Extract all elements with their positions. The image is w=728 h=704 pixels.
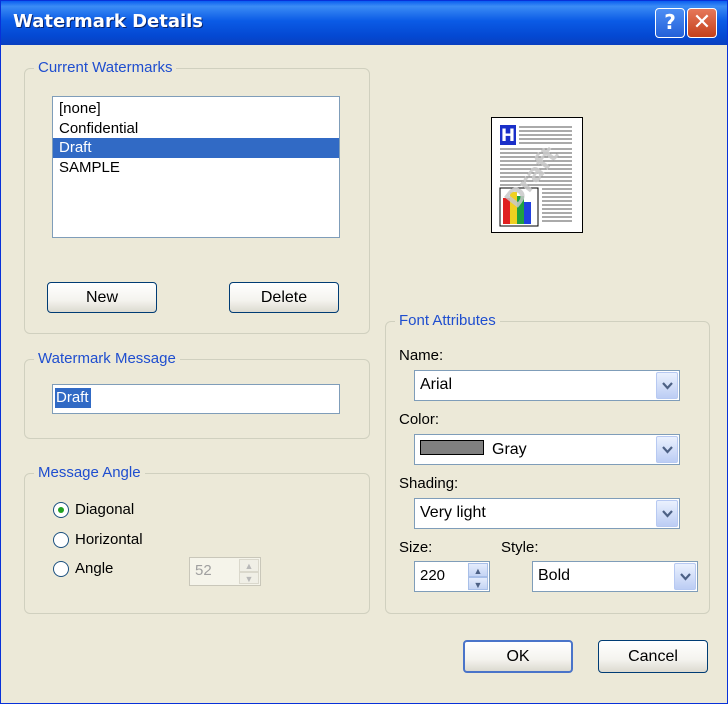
- font-shading-label: Shading:: [399, 475, 459, 492]
- current-watermarks-legend: Current Watermarks: [34, 59, 177, 76]
- angle-down-arrow-icon[interactable]: ▼: [239, 571, 259, 584]
- font-style-dropdown[interactable]: Bold: [532, 561, 698, 592]
- radio-horizontal-indicator[interactable]: [53, 532, 69, 548]
- font-size-label: Size:: [399, 539, 433, 556]
- watermark-message-legend: Watermark Message: [34, 350, 180, 367]
- radio-diagonal[interactable]: Diagonal: [53, 501, 173, 521]
- watermarks-listbox[interactable]: [none] Confidential Draft SAMPLE: [52, 96, 340, 238]
- size-up-arrow-icon[interactable]: ▲: [468, 563, 488, 577]
- angle-up-arrow-icon[interactable]: ▲: [239, 559, 259, 572]
- font-shading-dropdown[interactable]: Very light: [414, 498, 680, 529]
- font-style-value: Bold: [538, 567, 571, 584]
- font-shading-chevron-down-icon[interactable]: [656, 500, 678, 527]
- close-button[interactable]: ✕: [687, 8, 717, 38]
- font-style-chevron-down-icon[interactable]: [674, 563, 696, 590]
- font-color-value-wrap: Gray: [420, 440, 527, 459]
- close-icon: ✕: [692, 10, 712, 35]
- help-button[interactable]: ?: [655, 8, 685, 38]
- font-name-chevron-down-icon[interactable]: [656, 372, 678, 399]
- list-item-sample[interactable]: SAMPLE: [53, 158, 339, 178]
- size-down-arrow-icon[interactable]: ▼: [468, 576, 488, 590]
- radio-horizontal[interactable]: Horizontal: [53, 531, 173, 551]
- font-style-label: Style:: [501, 539, 539, 556]
- window-title: Watermark Details: [13, 11, 204, 32]
- watermark-preview: H Draft: [491, 117, 583, 233]
- font-color-dropdown[interactable]: Gray: [414, 434, 680, 465]
- font-size-value: 220: [420, 567, 446, 584]
- radio-angle-indicator[interactable]: [53, 561, 69, 577]
- list-item-confidential[interactable]: Confidential: [53, 119, 339, 139]
- new-button[interactable]: New: [47, 282, 157, 313]
- radio-diagonal-label: Diagonal: [75, 501, 135, 518]
- font-size-spinner[interactable]: 220 ▲ ▼: [414, 561, 490, 592]
- preview-page-graphic: H Draft: [499, 125, 572, 227]
- list-item-draft[interactable]: Draft: [53, 138, 339, 158]
- message-angle-legend: Message Angle: [34, 464, 145, 481]
- font-shading-value: Very light: [420, 504, 486, 521]
- delete-button[interactable]: Delete: [229, 282, 339, 313]
- watermark-message-value: Draft: [55, 388, 91, 408]
- question-mark-icon: ?: [664, 10, 676, 34]
- radio-angle-label: Angle: [75, 560, 114, 577]
- font-attributes-legend: Font Attributes: [395, 312, 500, 329]
- radio-horizontal-label: Horizontal: [75, 531, 143, 548]
- font-name-label: Name:: [399, 347, 444, 364]
- ok-button[interactable]: OK: [463, 640, 573, 673]
- list-item-none[interactable]: [none]: [53, 99, 339, 119]
- font-name-dropdown[interactable]: Arial: [414, 370, 680, 401]
- font-name-value: Arial: [420, 376, 453, 393]
- font-color-value: Gray: [492, 441, 527, 458]
- cancel-button[interactable]: Cancel: [598, 640, 708, 673]
- angle-spinner[interactable]: 52 ▲ ▼: [189, 557, 261, 586]
- title-bar[interactable]: Watermark Details ? ✕: [1, 1, 727, 45]
- watermark-message-input[interactable]: Draft: [52, 384, 340, 414]
- radio-diagonal-indicator[interactable]: [53, 502, 69, 518]
- angle-value: 52: [195, 562, 212, 579]
- font-color-label: Color:: [399, 411, 440, 428]
- font-color-chevron-down-icon[interactable]: [656, 436, 678, 463]
- watermark-details-dialog: Watermark Details ? ✕ Current Watermarks…: [0, 0, 728, 704]
- preview-header-letter: H: [501, 126, 515, 146]
- gray-color-swatch: [420, 440, 484, 455]
- radio-angle[interactable]: Angle: [53, 560, 173, 580]
